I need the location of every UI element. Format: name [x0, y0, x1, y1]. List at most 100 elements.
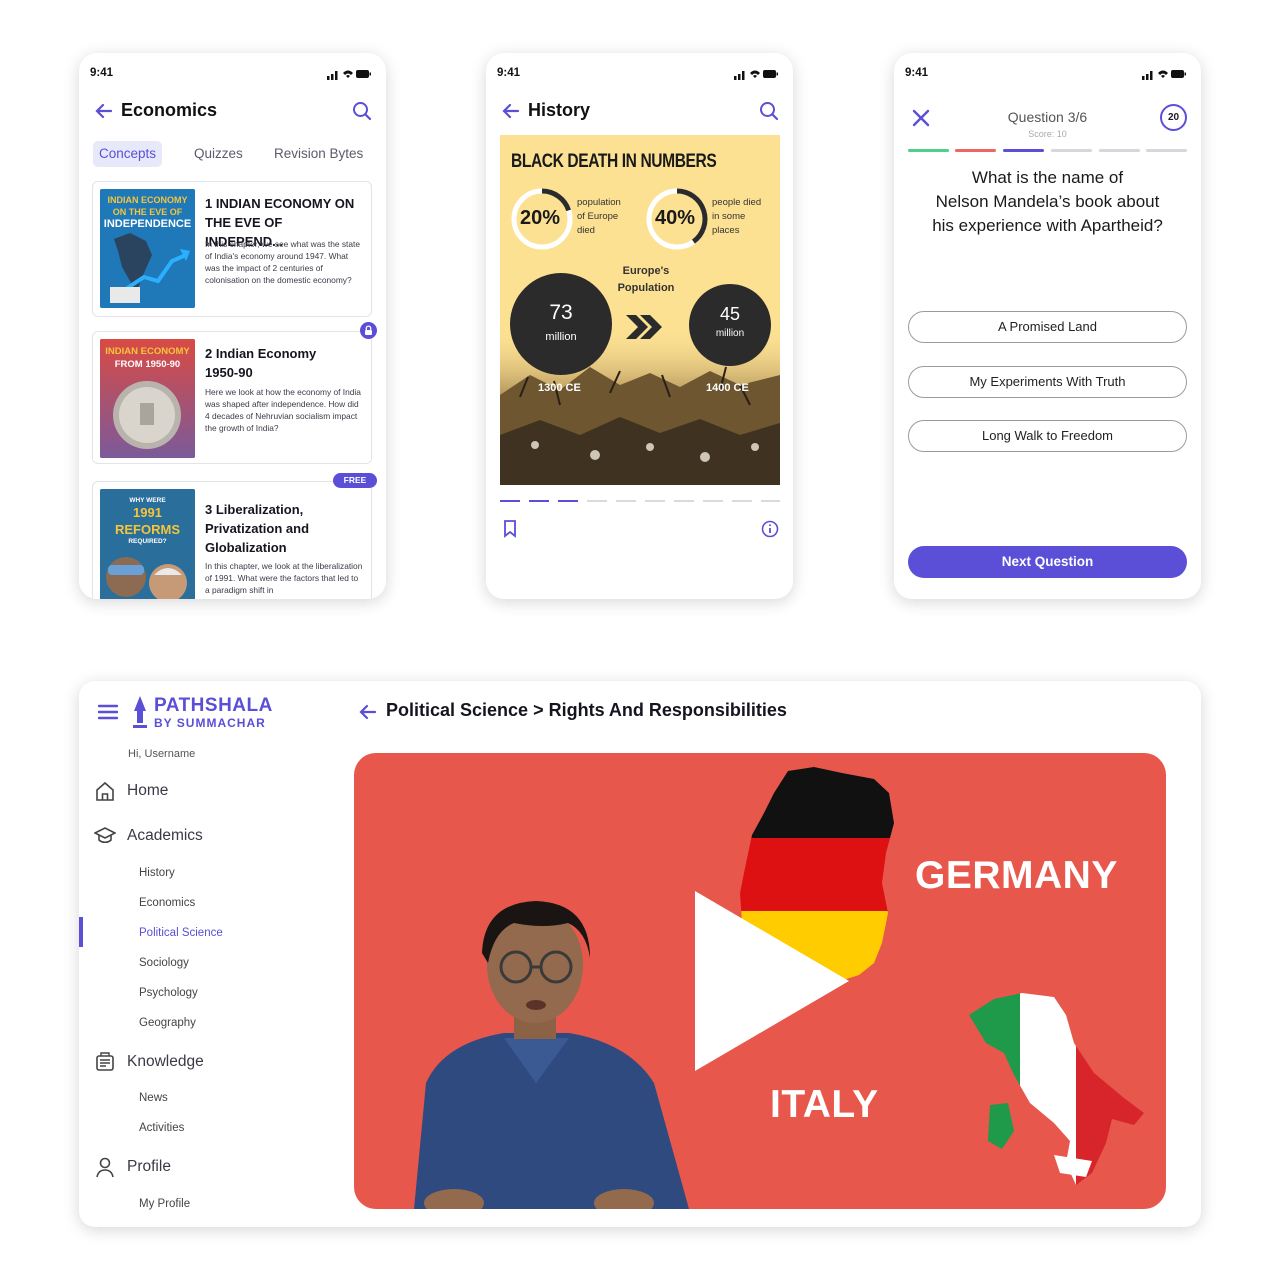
- status-bar: 9:41: [497, 67, 778, 81]
- brand-tagline: BY SUMMACHAR: [154, 716, 266, 730]
- back-arrow-icon[interactable]: [502, 102, 520, 120]
- header: Economics: [95, 98, 372, 124]
- lock-icon: [360, 322, 377, 339]
- infographic: BLACK DEATH IN NUMBERS 20% population of …: [500, 135, 780, 485]
- chapter-card-1[interactable]: INDIAN ECONOMY ON THE EVE OF INDEPENDENC…: [92, 181, 372, 317]
- hamburger-menu-icon[interactable]: [98, 703, 118, 721]
- nav-knowledge[interactable]: Knowledge: [127, 1053, 204, 1071]
- thumbnail-text: WHY WERE: [129, 497, 166, 504]
- history-phone: 9:41 History BLACK DEATH IN NUMBERS 20% …: [486, 53, 793, 599]
- stat-value: 40%: [655, 207, 696, 229]
- thumbnail-text: INDIAN ECONOMY: [107, 195, 188, 205]
- search-icon[interactable]: [759, 101, 779, 121]
- back-arrow-icon[interactable]: [359, 703, 377, 721]
- nav-profile[interactable]: Profile: [127, 1158, 171, 1176]
- video-label-italy: ITALY: [770, 1083, 879, 1126]
- status-icons: [734, 70, 778, 80]
- timer-badge: 20: [1160, 104, 1187, 131]
- progress-segment: [1051, 149, 1092, 152]
- nav-sub-psychology[interactable]: Psychology: [139, 987, 198, 999]
- home-icon: [96, 781, 114, 801]
- progress-segment: [955, 149, 996, 152]
- nav-academics[interactable]: Academics: [127, 827, 203, 845]
- question-text: What is the name of Nelson Mandela’s book…: [932, 168, 1163, 235]
- knowledge-newspaper-icon: [96, 1052, 114, 1071]
- quiz-phone: 9:41 Question 3/6 Score: 10 20 What is t…: [894, 53, 1201, 599]
- answer-option[interactable]: Long Walk to Freedom: [908, 420, 1187, 452]
- status-bar: 9:41: [905, 67, 1186, 81]
- answer-option[interactable]: My Experiments With Truth: [908, 366, 1187, 398]
- status-time: 9:41: [497, 67, 521, 79]
- chapter-card-3[interactable]: FREE WHY WERE 1991 REFORMS REQUIRED? 3 L…: [92, 473, 377, 599]
- header: History: [502, 98, 779, 124]
- thumbnail-text: INDIAN ECONOMY: [105, 346, 190, 357]
- stat-value: 20%: [520, 207, 561, 229]
- info-icon[interactable]: [761, 520, 779, 538]
- page-title: History: [528, 100, 591, 120]
- thumbnail-text: FROM 1950-90: [114, 359, 181, 370]
- slide-progress: [500, 500, 780, 504]
- status-icons: [327, 70, 371, 80]
- breadcrumb: Political Science > Rights And Responsib…: [386, 700, 787, 720]
- chapter-title: 2 Indian Economy 1950-90: [205, 346, 317, 380]
- economics-phone: 9:41 Economics Concepts Quizzes Revision…: [79, 53, 386, 599]
- search-icon[interactable]: [352, 101, 372, 121]
- nav-sub-sociology[interactable]: Sociology: [139, 957, 189, 969]
- population-circle-1400: 45 million: [689, 284, 771, 366]
- population-circle-1300: 73 million: [510, 273, 612, 375]
- nav-sub-activities[interactable]: Activities: [139, 1122, 184, 1134]
- infographic-title: BLACK DEATH IN NUMBERS: [511, 151, 717, 172]
- free-badge: FREE: [333, 473, 377, 488]
- tab-revision-bytes[interactable]: Revision Bytes: [274, 141, 363, 167]
- status-time: 9:41: [90, 67, 114, 79]
- presenter: [414, 901, 689, 1209]
- chapter-description: Here we look at how the economy of India…: [205, 387, 361, 433]
- bookmark-icon[interactable]: [503, 520, 517, 538]
- question-number: Question 3/6: [1007, 109, 1088, 125]
- nav-home[interactable]: Home: [127, 782, 168, 800]
- tab-bar: Concepts Quizzes Revision Bytes: [93, 141, 376, 167]
- back-arrow-icon[interactable]: [95, 102, 113, 120]
- active-indicator: [79, 917, 83, 947]
- profile-person-icon: [96, 1157, 114, 1178]
- stat-text: people died in some places: [712, 197, 762, 236]
- answer-option[interactable]: A Promised Land: [908, 311, 1187, 343]
- tab-concepts[interactable]: Concepts: [93, 141, 163, 167]
- logo[interactable]: PATHSHALA BY SUMMACHAR: [127, 693, 327, 733]
- chapter-thumbnail: WHY WERE 1991 REFORMS REQUIRED?: [100, 489, 195, 599]
- thumbnail-text: ON THE EVE OF: [112, 207, 183, 217]
- chapter-title: 3 Liberalization, Privatization and Glob…: [205, 502, 310, 555]
- era-label: 1400 CE: [706, 382, 749, 394]
- pen-logo-icon: [133, 696, 147, 728]
- video-frame: [414, 767, 1144, 1209]
- progress-segment: [1146, 149, 1187, 152]
- status-bar: 9:41: [90, 67, 371, 81]
- brand-name: PATHSHALA: [154, 695, 273, 716]
- status-time: 9:41: [905, 67, 929, 79]
- tab-quizzes[interactable]: Quizzes: [194, 141, 243, 167]
- nav-sub-my-profile[interactable]: My Profile: [139, 1198, 190, 1210]
- nav-sub-economics[interactable]: Economics: [139, 897, 195, 909]
- greeting: Hi, Username: [128, 748, 196, 760]
- desktop-window: PATHSHALA BY SUMMACHAR Hi, Username Home…: [79, 681, 1201, 1227]
- academics-cap-icon: [94, 827, 116, 844]
- video-player[interactable]: GERMANY ITALY: [354, 753, 1166, 1209]
- thumbnail-text: INDEPENDENCE: [103, 218, 192, 230]
- chapter-description: In this chapter, we look at the liberali…: [205, 561, 363, 595]
- stat-text: population of Europe died: [577, 197, 621, 236]
- nav-sub-history[interactable]: History: [139, 867, 175, 879]
- nav-sub-news[interactable]: News: [139, 1092, 168, 1104]
- chapter-thumbnail: INDIAN ECONOMY FROM 1950-90: [100, 339, 195, 458]
- nav-sub-political-science[interactable]: Political Science: [139, 927, 223, 939]
- video-label-germany: GERMANY: [915, 854, 1118, 897]
- progress-segment: [908, 149, 949, 152]
- era-label: 1300 CE: [538, 382, 581, 394]
- chapter-description: In this chapter, we see what was the sta…: [205, 239, 361, 285]
- next-question-button[interactable]: Next Question: [908, 546, 1187, 578]
- score: Score: 10: [1028, 129, 1067, 139]
- status-icons: [1142, 70, 1186, 80]
- progress-segment: [1099, 149, 1140, 152]
- chapter-card-2[interactable]: INDIAN ECONOMY FROM 1950-90 2 Indian Eco…: [92, 322, 377, 464]
- progress-segment: [1003, 149, 1044, 152]
- nav-sub-geography[interactable]: Geography: [139, 1017, 196, 1029]
